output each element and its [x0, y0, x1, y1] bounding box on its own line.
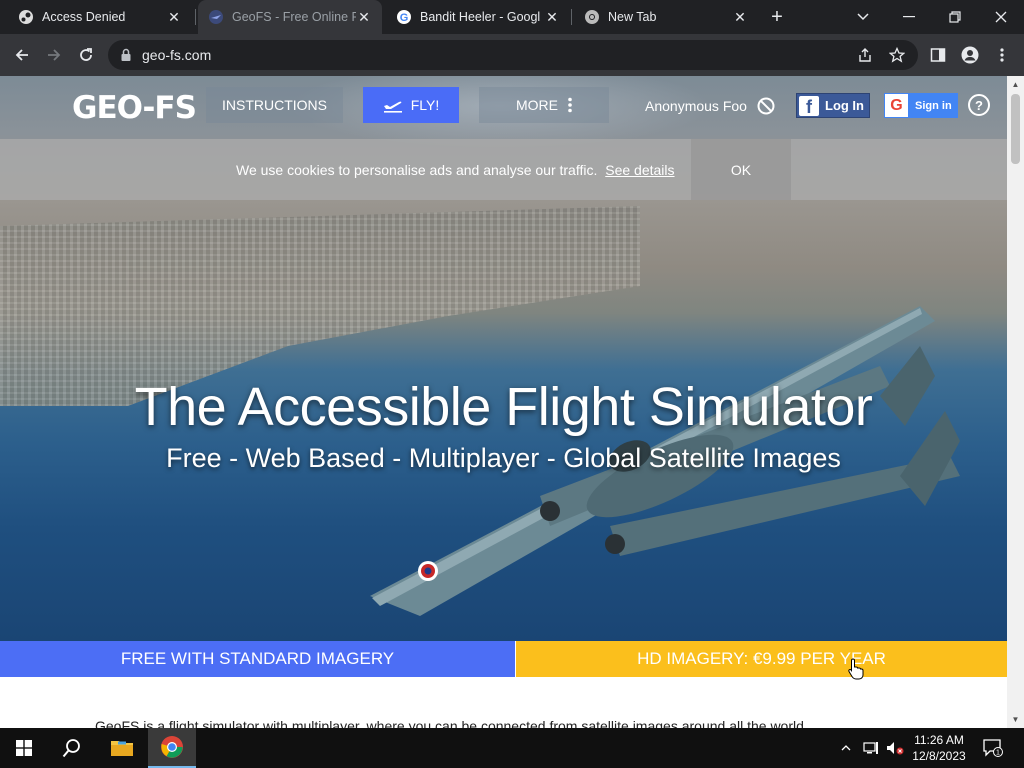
- back-arrow-icon[interactable]: [10, 43, 34, 67]
- page-scrollbar[interactable]: ▲ ▼: [1007, 76, 1024, 728]
- tab-title: New Tab: [608, 10, 657, 24]
- clock-date: 12/8/2023: [912, 749, 966, 763]
- tab-separator: [571, 9, 572, 25]
- geofs-logo[interactable]: GEO-FS: [72, 90, 197, 126]
- facebook-login-button[interactable]: f Log In: [796, 93, 870, 118]
- tab-new-tab[interactable]: New Tab ✕: [574, 0, 758, 34]
- user-name[interactable]: Anonymous Foo: [645, 97, 775, 118]
- profile-avatar-icon[interactable]: [958, 43, 982, 67]
- fly-button-label: FLY!: [410, 97, 440, 113]
- cookie-message-text: We use cookies to personalise ads and an…: [236, 162, 598, 178]
- hero-subtitle: Free - Web Based - Multiplayer - Global …: [166, 443, 841, 473]
- help-question-icon[interactable]: ?: [968, 94, 990, 116]
- page-viewport: GEO-FS INSTRUCTIONS FLY! MORE Anonymous …: [0, 76, 1024, 728]
- chrome-taskbar-icon[interactable]: [148, 728, 196, 768]
- close-icon[interactable]: ✕: [544, 9, 560, 25]
- url-text: geo-fs.com: [142, 47, 212, 63]
- tab-separator: [195, 9, 196, 25]
- more-button[interactable]: MORE: [479, 87, 609, 123]
- close-icon[interactable]: ✕: [356, 9, 372, 25]
- volume-muted-icon[interactable]: [884, 728, 906, 768]
- new-tab-plus-icon[interactable]: +: [765, 5, 789, 29]
- google-signin-label: Sign in: [915, 99, 952, 112]
- tab-access-denied[interactable]: Access Denied ✕: [8, 0, 192, 34]
- google-icon: G: [885, 94, 908, 117]
- steam-icon: [18, 9, 34, 25]
- more-button-label: MORE: [516, 97, 558, 113]
- close-icon[interactable]: ✕: [732, 9, 748, 25]
- notification-center-icon[interactable]: 1: [978, 728, 1008, 768]
- cookie-banner: We use cookies to personalise ads and an…: [0, 139, 1007, 200]
- no-sign-icon: [757, 97, 775, 118]
- kebab-menu-icon[interactable]: [990, 43, 1014, 67]
- hero-banner: GEO-FS INSTRUCTIONS FLY! MORE Anonymous …: [0, 76, 1007, 641]
- user-name-label: Anonymous Foo: [645, 98, 747, 115]
- vertical-dots-icon: [568, 97, 572, 113]
- minimize-icon[interactable]: [886, 0, 932, 34]
- scrollbar-thumb[interactable]: [1011, 94, 1020, 164]
- clock-time: 11:26 AM: [914, 733, 964, 747]
- google-icon: G: [396, 9, 412, 25]
- address-bar[interactable]: geo-fs.com: [108, 40, 918, 70]
- see-details-link[interactable]: See details: [605, 162, 674, 178]
- tab-title: Bandit Heeler - Googl: [420, 10, 541, 24]
- notification-count: 1: [996, 750, 1000, 757]
- network-icon[interactable]: [860, 728, 882, 768]
- hero-title: The Accessible Flight Simulator: [134, 377, 873, 437]
- lock-icon[interactable]: [120, 48, 132, 67]
- close-icon[interactable]: ✕: [166, 9, 182, 25]
- site-navbar: GEO-FS INSTRUCTIONS FLY! MORE Anonymous …: [0, 76, 1007, 138]
- google-signin-button[interactable]: G Sign in: [884, 93, 958, 118]
- restore-icon[interactable]: [932, 0, 978, 34]
- cookie-ok-button[interactable]: OK: [691, 139, 791, 200]
- instructions-button[interactable]: INSTRUCTIONS: [206, 87, 343, 123]
- free-plan-button[interactable]: FREE WITH STANDARD IMAGERY: [0, 641, 515, 677]
- share-icon[interactable]: [856, 46, 874, 64]
- forward-arrow-icon[interactable]: [42, 43, 66, 67]
- airplane-takeoff-icon: [383, 97, 403, 113]
- search-icon[interactable]: [48, 728, 96, 768]
- bookmark-star-icon[interactable]: [888, 46, 906, 64]
- tab-title: GeoFS - Free Online Fli: [232, 10, 356, 24]
- scroll-down-arrow-icon[interactable]: ▼: [1007, 711, 1024, 728]
- svg-text:G: G: [400, 12, 409, 24]
- tab-search-chevron-icon[interactable]: [840, 0, 886, 34]
- windows-taskbar: 11:26 AM 12/8/2023 1: [0, 728, 1024, 768]
- fly-button[interactable]: FLY!: [363, 87, 459, 123]
- facebook-login-label: Log In: [825, 98, 864, 113]
- chrome-icon: [584, 9, 600, 25]
- facebook-icon: f: [799, 95, 819, 116]
- window-close-icon[interactable]: [978, 0, 1024, 34]
- windows-start-icon[interactable]: [0, 728, 48, 768]
- side-panel-icon[interactable]: [926, 43, 950, 67]
- system-clock[interactable]: 11:26 AM 12/8/2023: [906, 732, 972, 764]
- tab-strip: Access Denied ✕ GeoFS - Free Online Fli …: [0, 0, 1024, 34]
- chevron-up-icon[interactable]: [836, 728, 856, 768]
- geofs-icon: [208, 9, 224, 25]
- scroll-up-arrow-icon[interactable]: ▲: [1007, 76, 1024, 93]
- cookie-message: We use cookies to personalise ads and an…: [236, 162, 675, 178]
- intro-paragraph: GeoFS is a flight simulator with multipl…: [95, 718, 804, 728]
- browser-toolbar: geo-fs.com: [0, 34, 1024, 76]
- tab-title: Access Denied: [42, 10, 126, 24]
- tab-geofs[interactable]: GeoFS - Free Online Fli ✕: [198, 0, 382, 34]
- hand-pointer-cursor-icon: [848, 658, 864, 685]
- hd-plan-button[interactable]: HD IMAGERY: €9.99 PER YEAR: [516, 641, 1007, 677]
- tab-bandit-heeler[interactable]: G Bandit Heeler - Googl ✕: [386, 0, 570, 34]
- file-explorer-icon[interactable]: [98, 728, 146, 768]
- reload-icon[interactable]: [74, 43, 98, 67]
